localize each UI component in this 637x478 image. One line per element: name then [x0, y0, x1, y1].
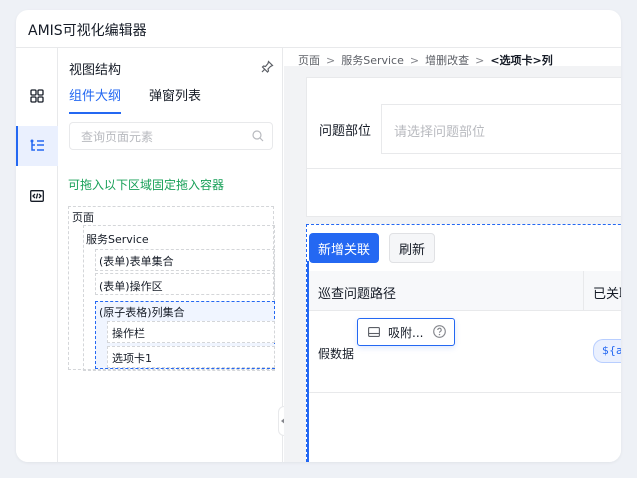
- select-placeholder: 请选择问题部位: [394, 125, 486, 140]
- search-icon: [252, 130, 264, 145]
- editor-canvas: 问题部位 请选择问题部位 新增关联 刷新 巡查问题路径 已关联 假数据 ${ai: [284, 66, 621, 462]
- problem-part-select[interactable]: 请选择问题部位: [381, 104, 621, 154]
- outline-tree-icon[interactable]: [16, 126, 58, 166]
- tree-node-page[interactable]: 页面: [72, 209, 94, 225]
- pin-icon[interactable]: [261, 58, 274, 77]
- tree-node-action-col[interactable]: 操作栏: [112, 325, 145, 341]
- outline-panel: 视图结构 组件大纲 弹窗列表 查询页面元素 可拖入以下区域固定拖入容器 页面 服…: [59, 48, 283, 462]
- table-row: 假数据 ${ai: [309, 311, 621, 393]
- filter-form: 问题部位 请选择问题部位: [306, 77, 621, 217]
- panel-title: 视图结构: [69, 63, 122, 78]
- app-title: AMIS可视化编辑器: [28, 23, 147, 39]
- table-header: 巡查问题路径 已关联: [309, 271, 621, 311]
- panel-icon: [368, 327, 380, 337]
- tree-node-tabs-col[interactable]: 选项卡1: [112, 350, 152, 366]
- tab-outline[interactable]: 组件大纲: [69, 85, 122, 114]
- search-input[interactable]: 查询页面元素: [69, 122, 273, 150]
- crud-table[interactable]: 新增关联 刷新 巡查问题路径 已关联 假数据 ${ai: [306, 224, 621, 462]
- search-placeholder: 查询页面元素: [81, 129, 154, 144]
- column-divider: [583, 271, 584, 310]
- help-icon[interactable]: [433, 325, 446, 341]
- column-header-related[interactable]: 已关联: [593, 283, 621, 302]
- tree-node-service[interactable]: 服务Service: [86, 231, 149, 247]
- code-icon[interactable]: [16, 176, 58, 216]
- popover-label: 吸附...: [388, 325, 424, 340]
- column-header-path[interactable]: 巡查问题路径: [318, 283, 396, 302]
- snap-popover[interactable]: 吸附...: [357, 318, 455, 346]
- tree-node-form-set[interactable]: (表单)表单集合: [99, 253, 174, 269]
- editor-window: AMIS可视化编辑器 视图结构 组件大纲 弹窗列表 查询页面元素 可拖入以下区域…: [16, 10, 621, 462]
- cell-path: 假数据: [318, 347, 355, 361]
- icon-rail: [16, 48, 58, 462]
- tab-dialogs[interactable]: 弹窗列表: [149, 85, 201, 114]
- outline-tree: 页面 服务Service (表单)表单集合 (表单)操作区 (原子表格)列集合 …: [68, 206, 275, 371]
- panel-tabs: 组件大纲 弹窗列表: [69, 85, 201, 114]
- refresh-button[interactable]: 刷新: [389, 233, 435, 263]
- form-label: 问题部位: [319, 124, 372, 139]
- form-divider: [307, 168, 621, 169]
- grid-icon[interactable]: [16, 76, 58, 116]
- tree-node-form-action[interactable]: (表单)操作区: [99, 278, 163, 294]
- tree-node-table-set[interactable]: (原子表格)列集合: [99, 304, 185, 320]
- add-relation-button[interactable]: 新增关联: [309, 233, 379, 263]
- drop-hint: 可拖入以下区域固定拖入容器: [68, 178, 225, 192]
- cell-tag: ${ai: [593, 339, 621, 363]
